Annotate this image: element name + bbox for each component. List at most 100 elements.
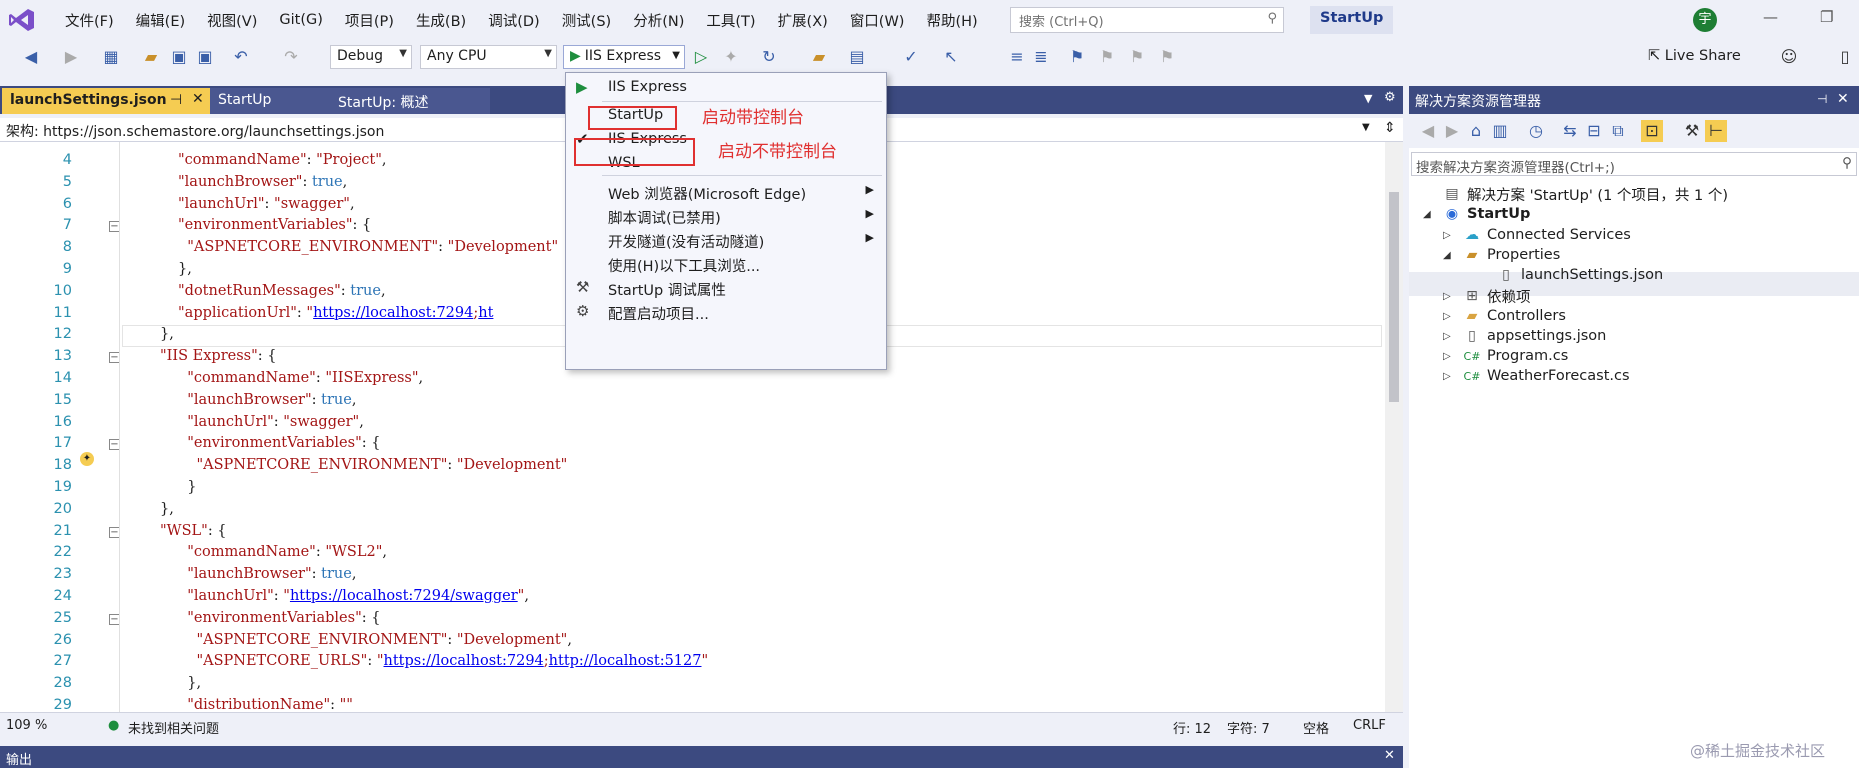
close-icon[interactable]: ✕ xyxy=(192,91,204,107)
switch-views-icon[interactable]: ▥ xyxy=(1489,120,1511,142)
show-all-files-icon[interactable]: ⧉ xyxy=(1607,120,1629,142)
home-icon[interactable]: ⌂ xyxy=(1465,120,1487,142)
solution-search-input[interactable]: 搜索解决方案资源管理器(Ctrl+;) ⚲ xyxy=(1411,152,1857,176)
line-number: 21 xyxy=(53,522,72,539)
collapse-all-icon[interactable]: ⊟ xyxy=(1583,120,1605,142)
live-share-button[interactable]: ⇱ Live Share xyxy=(1648,48,1741,64)
pin-icon[interactable]: ⊣ xyxy=(170,92,182,108)
menu-window[interactable]: 窗口(W) xyxy=(839,10,916,31)
search-input[interactable]: 搜索 (Ctrl+Q) ⚲ xyxy=(1010,7,1284,33)
tab-startup[interactable]: StartUp xyxy=(210,88,330,114)
expander-chevron-icon[interactable]: ◢ xyxy=(1443,250,1457,261)
expander-chevron-icon[interactable]: ▷ xyxy=(1443,311,1457,322)
split-editor-icon[interactable]: ⇕ xyxy=(1384,120,1396,136)
vertical-scrollbar[interactable] xyxy=(1385,142,1403,712)
close-icon[interactable]: ✕ xyxy=(1837,91,1849,107)
submenu-arrow-icon: ▶ xyxy=(865,207,874,220)
scrollbar-thumb[interactable] xyxy=(1389,192,1399,402)
menu-project[interactable]: 项目(P) xyxy=(334,10,405,31)
tab-startup-overview[interactable]: StartUp: 概述 xyxy=(330,88,490,114)
chevron-down-icon[interactable]: ▼ xyxy=(672,50,680,61)
menu-file[interactable]: 文件(F) xyxy=(54,10,125,31)
tab-list-chevron-icon[interactable]: ▼ xyxy=(1364,92,1372,105)
settings-gear-icon[interactable]: ⚙ xyxy=(1384,90,1396,105)
code-line: "distributionName": "" xyxy=(187,697,353,712)
feedback-icon[interactable]: ☺ xyxy=(1778,46,1800,68)
expander-chevron-icon[interactable]: ▷ xyxy=(1443,230,1457,241)
back-icon[interactable]: ◀ xyxy=(1417,120,1439,142)
menu-item[interactable]: 开发隧道(没有活动隧道) ▶ xyxy=(566,227,886,253)
clear-bookmarks-icon[interactable]: ⚑ xyxy=(1156,46,1178,68)
next-bookmark-icon[interactable]: ⚑ xyxy=(1126,46,1148,68)
outdent-icon[interactable]: ≣ xyxy=(1030,46,1052,68)
spellcheck-icon[interactable]: ✓ xyxy=(900,46,922,68)
menu-view[interactable]: 视图(V) xyxy=(196,10,268,31)
undo-icon[interactable]: ↶ xyxy=(230,46,252,68)
refresh-icon[interactable]: ↻ xyxy=(758,46,780,68)
menu-help[interactable]: 帮助(H) xyxy=(915,10,988,31)
expander-chevron-icon[interactable]: ◢ xyxy=(1423,209,1437,220)
menu-item[interactable]: ▶ IIS Express xyxy=(566,75,886,101)
column-position[interactable]: 字符: 7 xyxy=(1227,718,1270,737)
bookmark-icon[interactable]: ⚑ xyxy=(1066,46,1088,68)
folder-search-icon[interactable]: ▰ xyxy=(808,46,830,68)
forward-icon[interactable]: ▶ xyxy=(1441,120,1463,142)
menu-tools[interactable]: 工具(T) xyxy=(695,10,766,31)
start-debugging-button[interactable]: ▶ IIS Express ▼ xyxy=(563,45,685,69)
restore-icon[interactable]: ❐ xyxy=(1820,8,1833,26)
tree-item[interactable]: ▷ C# WeatherForecast.cs xyxy=(1443,364,1630,388)
hot-reload-icon[interactable]: ✦ xyxy=(720,46,742,68)
configuration-dropdown[interactable]: Debug ▼ xyxy=(330,45,412,69)
select-icon[interactable]: ↖ xyxy=(940,46,962,68)
menu-item[interactable]: ⚒ StartUp 调试属性 xyxy=(566,275,886,301)
window-layout-icon[interactable]: ▤ xyxy=(846,46,868,68)
pin-icon[interactable]: ⊣ xyxy=(1817,92,1827,106)
menu-test[interactable]: 测试(S) xyxy=(551,10,623,31)
minimize-icon[interactable]: — xyxy=(1763,8,1778,26)
forward-icon[interactable]: ▶ xyxy=(60,46,82,68)
line-ending[interactable]: CRLF xyxy=(1353,718,1386,733)
menu-item[interactable]: Web 浏览器(Microsoft Edge) ▶ xyxy=(566,179,886,205)
save-icon[interactable]: ▣ xyxy=(168,46,190,68)
toolbar-overflow-icon[interactable]: ▯ xyxy=(1834,46,1856,68)
chevron-down-icon[interactable]: ▼ xyxy=(1362,122,1370,133)
redo-icon[interactable]: ↷ xyxy=(280,46,302,68)
whitespace-mode[interactable]: 空格 xyxy=(1303,718,1329,737)
menu-build[interactable]: 生成(B) xyxy=(405,10,477,31)
tab-label: StartUp xyxy=(218,92,272,108)
menu-item[interactable]: 使用(H)以下工具浏览... xyxy=(566,251,886,277)
platform-dropdown[interactable]: Any CPU ▼ xyxy=(420,45,557,69)
preview-icon[interactable]: ⊢ xyxy=(1705,120,1727,142)
schema-url[interactable]: https://json.schemastore.org/launchsetti… xyxy=(43,124,384,140)
line-position[interactable]: 行: 12 xyxy=(1173,718,1211,737)
indent-icon[interactable]: ≡ xyxy=(1006,46,1028,68)
prev-bookmark-icon[interactable]: ⚑ xyxy=(1096,46,1118,68)
menu-item[interactable]: ⚙ 配置启动项目... xyxy=(566,299,886,325)
expander-chevron-icon[interactable]: ▷ xyxy=(1443,331,1457,342)
zoom-level[interactable]: 109 % xyxy=(6,718,47,733)
expander-chevron-icon[interactable]: ▷ xyxy=(1443,371,1457,382)
menu-item[interactable]: 脚本调试(已禁用) ▶ xyxy=(566,203,886,229)
save-all-icon[interactable]: ▣ xyxy=(194,46,216,68)
menu-debug[interactable]: 调试(D) xyxy=(477,10,550,31)
back-icon[interactable]: ◀ xyxy=(20,46,42,68)
start-without-debugging-icon[interactable]: ▷ xyxy=(690,46,712,68)
sync-icon[interactable]: ⇆ xyxy=(1559,120,1581,142)
menu-analyze[interactable]: 分析(N) xyxy=(622,10,695,31)
expander-chevron-icon[interactable]: ▷ xyxy=(1443,291,1457,302)
solution-explorer-toolbar: ◀ ▶ ⌂ ▥ ◷ ⇆ ⊟ ⧉ ⊡ ⚒ ⊢ xyxy=(1409,114,1859,148)
avatar[interactable]: 宇 xyxy=(1693,8,1717,32)
expander-chevron-icon[interactable]: ▷ xyxy=(1443,351,1457,362)
open-folder-icon[interactable]: ▰ xyxy=(140,46,162,68)
pending-changes-icon[interactable]: ◷ xyxy=(1525,120,1547,142)
issues-status[interactable]: 未找到相关问题 xyxy=(128,718,219,737)
close-icon[interactable]: ✕ xyxy=(1384,748,1395,763)
properties-wrench-icon[interactable]: ⚒ xyxy=(1681,120,1703,142)
lightbulb-icon[interactable]: ✦ xyxy=(80,452,94,466)
menu-edit[interactable]: 编辑(E) xyxy=(125,10,196,31)
preview-selected-icon[interactable]: ⊡ xyxy=(1641,120,1663,142)
new-project-icon[interactable]: ▦ xyxy=(100,46,122,68)
menu-extensions[interactable]: 扩展(X) xyxy=(767,10,839,31)
menu-git[interactable]: Git(G) xyxy=(268,12,334,28)
tab-launchsettings[interactable]: launchSettings.json ⊣ ✕ xyxy=(2,88,210,114)
